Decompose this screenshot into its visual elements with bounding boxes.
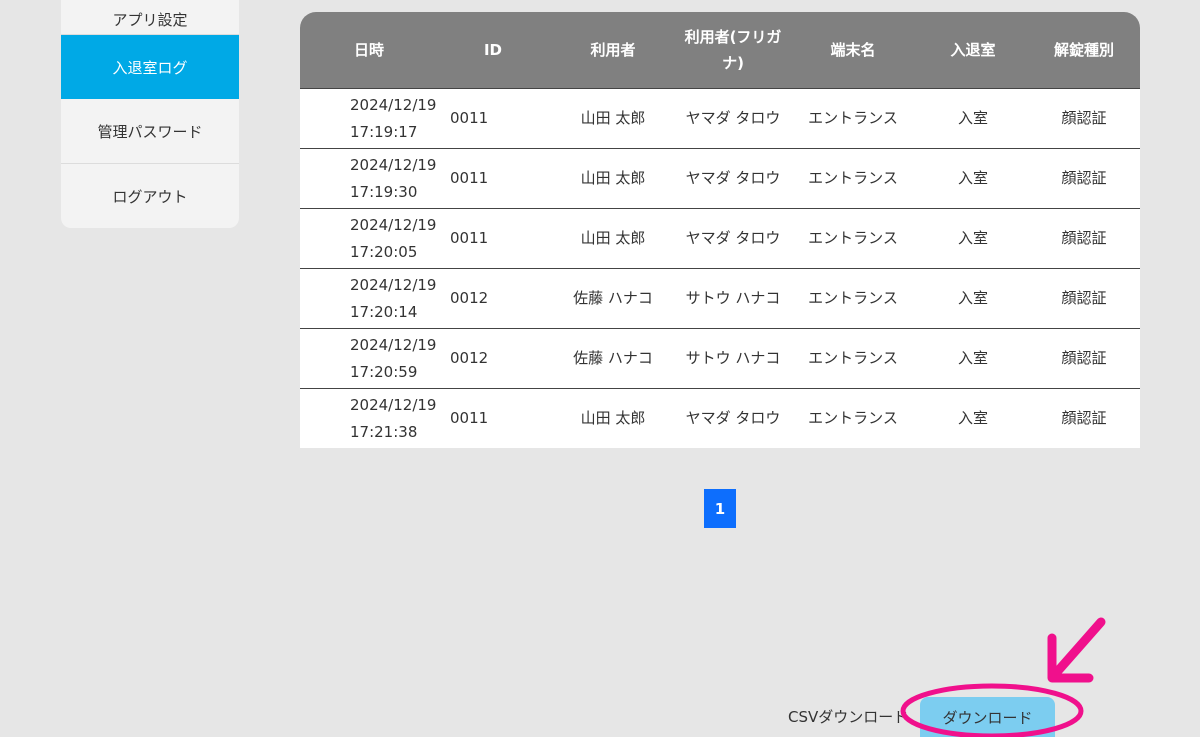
- cell-unlock-type: 顔認証: [1028, 88, 1140, 149]
- header-unlock-type: 解錠種別: [1028, 12, 1140, 89]
- cell-id: 0012: [438, 328, 548, 389]
- sidebar-item-logout[interactable]: ログアウト: [61, 164, 239, 228]
- cell-unlock-type: 顔認証: [1028, 208, 1140, 269]
- sidebar-item-admin-password[interactable]: 管理パスワード: [61, 99, 239, 164]
- cell-device: エントランス: [788, 328, 918, 389]
- cell-unlock-type: 顔認証: [1028, 388, 1140, 448]
- cell-user: 佐藤 ハナコ: [548, 268, 678, 329]
- cell-id: 0011: [438, 388, 548, 448]
- access-log-table: 日時 ID 利用者 利用者(フリガナ) 端末名 入退室 解錠種別 2024/12…: [300, 12, 1140, 448]
- header-id: ID: [438, 12, 548, 89]
- cell-datetime: 2024/12/19 17:20:05: [300, 208, 438, 269]
- table-row: 2024/12/19 17:19:30 0011 山田 太郎 ヤマダ タロウ エン…: [300, 148, 1140, 209]
- cell-id: 0011: [438, 88, 548, 149]
- cell-device: エントランス: [788, 88, 918, 149]
- sidebar-item-access-log[interactable]: 入退室ログ: [61, 35, 239, 99]
- cell-id: 0011: [438, 208, 548, 269]
- cell-user: 山田 太郎: [548, 148, 678, 209]
- header-datetime: 日時: [300, 12, 438, 89]
- cell-id: 0012: [438, 268, 548, 329]
- cell-inout: 入室: [918, 208, 1028, 269]
- cell-user: 山田 太郎: [548, 88, 678, 149]
- cell-device: エントランス: [788, 208, 918, 269]
- sidebar-item-app-settings[interactable]: アプリ設定: [61, 0, 239, 35]
- pagination-page-1[interactable]: 1: [704, 489, 736, 528]
- table-row: 2024/12/19 17:20:14 0012 佐藤 ハナコ サトウ ハナコ エ…: [300, 268, 1140, 329]
- cell-inout: 入室: [918, 148, 1028, 209]
- cell-user-kana: ヤマダ タロウ: [678, 388, 788, 448]
- table-header-row: 日時 ID 利用者 利用者(フリガナ) 端末名 入退室 解錠種別: [300, 12, 1140, 89]
- cell-device: エントランス: [788, 268, 918, 329]
- table-row: 2024/12/19 17:20:59 0012 佐藤 ハナコ サトウ ハナコ エ…: [300, 328, 1140, 389]
- cell-unlock-type: 顔認証: [1028, 268, 1140, 329]
- cell-user-kana: ヤマダ タロウ: [678, 208, 788, 269]
- cell-user: 山田 太郎: [548, 208, 678, 269]
- cell-datetime: 2024/12/19 17:19:17: [300, 88, 438, 149]
- table-row: 2024/12/19 17:21:38 0011 山田 太郎 ヤマダ タロウ エン…: [300, 388, 1140, 448]
- header-user: 利用者: [548, 12, 678, 89]
- arrow-icon: [1047, 617, 1106, 683]
- download-button[interactable]: ダウンロード: [920, 697, 1055, 737]
- cell-datetime: 2024/12/19 17:20:59: [300, 328, 438, 389]
- cell-id: 0011: [438, 148, 548, 209]
- cell-inout: 入室: [918, 88, 1028, 149]
- cell-user-kana: ヤマダ タロウ: [678, 148, 788, 209]
- sidebar: アプリ設定 入退室ログ 管理パスワード ログアウト: [61, 0, 239, 228]
- cell-user-kana: サトウ ハナコ: [678, 328, 788, 389]
- csv-download-label: CSVダウンロード: [788, 708, 909, 726]
- cell-user: 佐藤 ハナコ: [548, 328, 678, 389]
- table-row: 2024/12/19 17:19:17 0011 山田 太郎 ヤマダ タロウ エン…: [300, 88, 1140, 149]
- cell-device: エントランス: [788, 148, 918, 209]
- cell-unlock-type: 顔認証: [1028, 328, 1140, 389]
- table-row: 2024/12/19 17:20:05 0011 山田 太郎 ヤマダ タロウ エン…: [300, 208, 1140, 269]
- cell-user: 山田 太郎: [548, 388, 678, 448]
- header-inout: 入退室: [918, 12, 1028, 89]
- cell-inout: 入室: [918, 328, 1028, 389]
- header-device: 端末名: [788, 12, 918, 89]
- cell-inout: 入室: [918, 388, 1028, 448]
- cell-device: エントランス: [788, 388, 918, 448]
- cell-inout: 入室: [918, 268, 1028, 329]
- cell-user-kana: サトウ ハナコ: [678, 268, 788, 329]
- cell-datetime: 2024/12/19 17:20:14: [300, 268, 438, 329]
- cell-unlock-type: 顔認証: [1028, 148, 1140, 209]
- cell-user-kana: ヤマダ タロウ: [678, 88, 788, 149]
- cell-datetime: 2024/12/19 17:21:38: [300, 388, 438, 448]
- header-user-kana: 利用者(フリガナ): [678, 12, 788, 89]
- cell-datetime: 2024/12/19 17:19:30: [300, 148, 438, 209]
